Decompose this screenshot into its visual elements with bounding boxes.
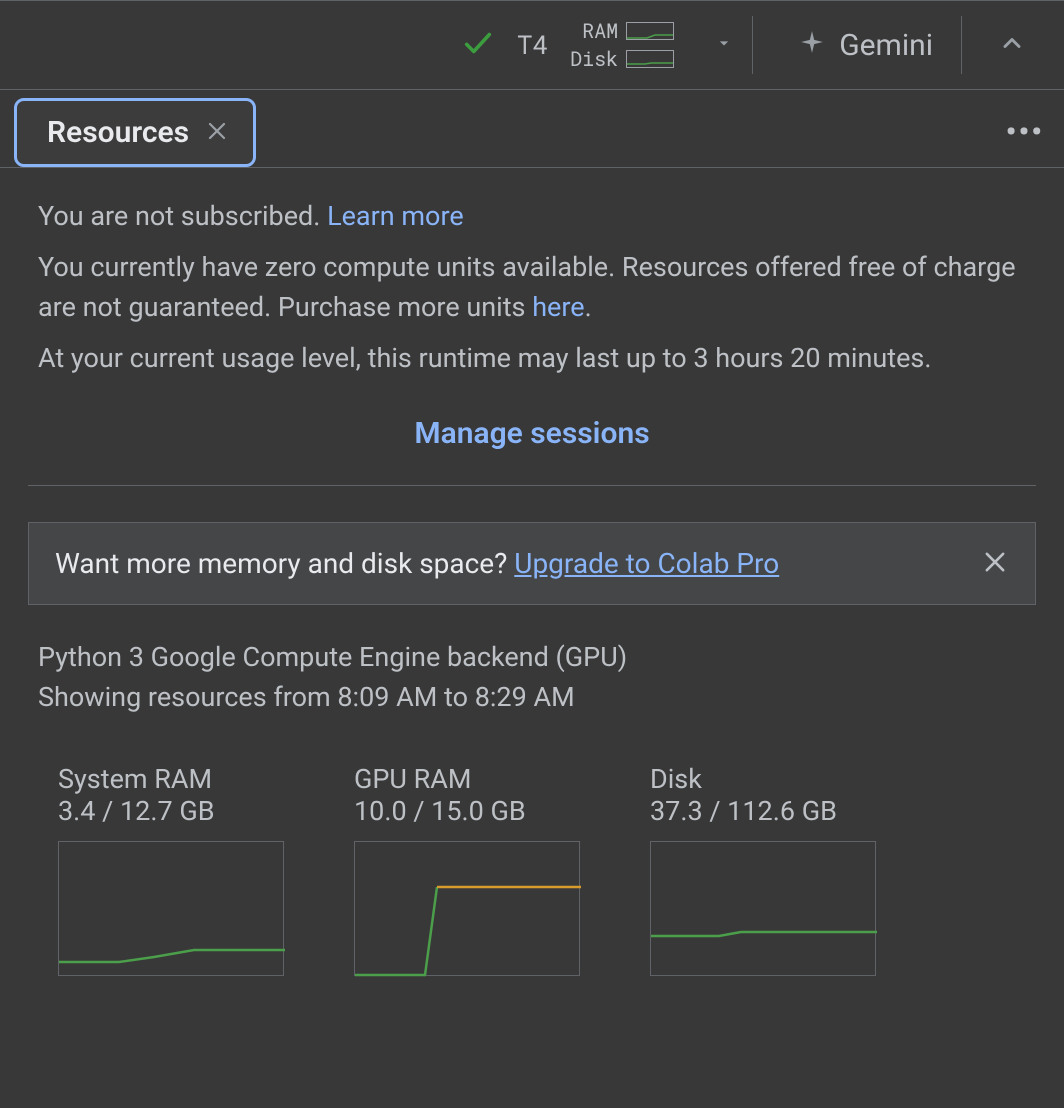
tab-resources[interactable]: Resources: [14, 98, 256, 167]
vertical-separator: [752, 16, 753, 74]
mini-ram-label: RAM: [582, 18, 618, 44]
gpu-ram-chart: GPU RAM 10.0 / 15.0 GB: [354, 763, 580, 976]
divider: [28, 485, 1036, 486]
runtime-status-left: T4 RAM Disk: [461, 18, 752, 72]
mini-disk-bar: [626, 50, 674, 68]
chart-value: 10.0 / 15.0 GB: [354, 795, 580, 827]
panel-tab-bar: Resources •••: [0, 90, 1064, 168]
chart-plot: [58, 841, 284, 976]
learn-more-link[interactable]: Learn more: [327, 200, 464, 232]
disk-chart: Disk 37.3 / 112.6 GB: [650, 763, 876, 976]
chart-title: System RAM: [58, 763, 284, 795]
sparkle-icon: [799, 28, 825, 63]
dismiss-upgrade-icon[interactable]: [981, 548, 1009, 580]
upgrade-prompt-text: Want more memory and disk space? Upgrade…: [55, 547, 779, 580]
runtime-status-bar: T4 RAM Disk Gemini: [0, 0, 1064, 90]
more-menu-icon[interactable]: •••: [1006, 115, 1050, 150]
manage-sessions-link[interactable]: Manage sessions: [38, 416, 1026, 451]
collapse-button[interactable]: [980, 29, 1044, 61]
chart-title: Disk: [650, 763, 876, 795]
chart-plot: [354, 841, 580, 976]
gpu-type-label: T4: [517, 28, 548, 62]
time-range-text: Showing resources from 8:09 AM to 8:29 A…: [38, 681, 1026, 713]
mini-disk-label: Disk: [570, 46, 618, 72]
purchase-units-link[interactable]: here: [532, 291, 584, 323]
tab-label: Resources: [47, 115, 189, 150]
resources-content: You are not subscribed. Learn more You c…: [0, 168, 1064, 976]
runtime-dropdown-icon[interactable]: [714, 33, 734, 57]
chart-plot: [650, 841, 876, 976]
connected-check-icon: [461, 26, 495, 64]
resource-charts-row: System RAM 3.4 / 12.7 GB GPU RAM 10.0 / …: [38, 763, 1026, 976]
chart-value: 3.4 / 12.7 GB: [58, 795, 284, 827]
system-ram-chart: System RAM 3.4 / 12.7 GB: [58, 763, 284, 976]
mini-resource-meters[interactable]: RAM Disk: [570, 18, 674, 72]
subscription-status-text: You are not subscribed. Learn more: [38, 196, 1026, 237]
chart-title: GPU RAM: [354, 763, 580, 795]
compute-units-text: You currently have zero compute units av…: [38, 247, 1026, 328]
backend-info-text: Python 3 Google Compute Engine backend (…: [38, 641, 1026, 673]
upgrade-banner: Want more memory and disk space? Upgrade…: [28, 522, 1036, 605]
close-icon[interactable]: [205, 119, 229, 147]
usage-level-text: At your current usage level, this runtim…: [38, 338, 1026, 379]
gemini-button[interactable]: Gemini: [771, 28, 961, 63]
vertical-separator: [961, 16, 962, 74]
upgrade-colab-pro-link[interactable]: Upgrade to Colab Pro: [514, 547, 779, 580]
gemini-label: Gemini: [839, 28, 933, 63]
chart-value: 37.3 / 112.6 GB: [650, 795, 876, 827]
mini-ram-bar: [626, 22, 674, 40]
